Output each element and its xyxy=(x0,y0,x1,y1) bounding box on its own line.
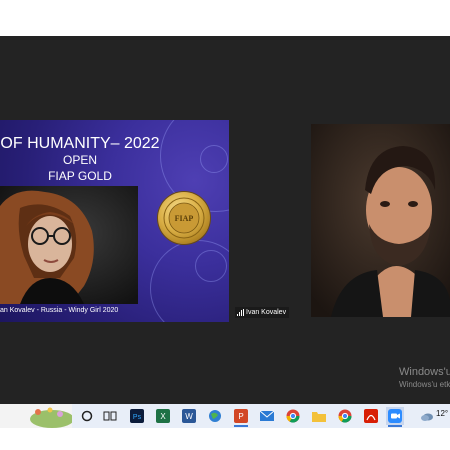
weather-icon[interactable] xyxy=(418,407,436,425)
svg-text:X: X xyxy=(160,412,166,421)
signal-strength-icon xyxy=(237,309,244,316)
active-app-indicator xyxy=(388,425,402,427)
chrome-icon[interactable] xyxy=(284,407,302,425)
activation-watermark-title: Windows'u xyxy=(399,366,450,378)
svg-text:W: W xyxy=(185,412,193,421)
participant-video[interactable] xyxy=(311,124,450,317)
active-app-indicator xyxy=(234,425,248,427)
task-view-icon[interactable] xyxy=(101,407,119,425)
word-icon[interactable]: W xyxy=(180,407,198,425)
photo-caption: an Kovalev - Russia - Windy Girl 2020 xyxy=(0,307,119,314)
excel-icon[interactable]: X xyxy=(154,407,172,425)
cortana-icon[interactable] xyxy=(78,407,96,425)
globe-icon[interactable] xyxy=(206,407,224,425)
shared-slide: OF HUMANITY– 2022 OPEN FIAP GOLD FIAP an… xyxy=(0,120,229,322)
svg-text:P: P xyxy=(238,412,243,421)
file-explorer-icon[interactable] xyxy=(310,407,328,425)
fiap-gold-medal: FIAP xyxy=(158,192,210,244)
medal-text: FIAP xyxy=(175,214,194,223)
slide-title: OF HUMANITY– 2022 xyxy=(0,135,160,152)
slide-category: OPEN xyxy=(62,153,97,167)
weather-temperature: 12° xyxy=(436,409,449,418)
svg-text:Ps: Ps xyxy=(133,414,142,421)
decor-circle xyxy=(200,145,228,173)
slide-award: FIAP GOLD xyxy=(48,169,112,183)
chrome-icon[interactable] xyxy=(336,407,354,425)
participant-name-tag: Ivan Kovalev xyxy=(235,307,290,318)
decor-circle xyxy=(150,240,229,322)
photoshop-icon[interactable]: Ps xyxy=(128,407,146,425)
taskbar-search-box[interactable] xyxy=(0,404,72,428)
powerpoint-icon[interactable]: P xyxy=(232,407,250,425)
windows-taskbar: Ps X W P 12° xyxy=(0,404,450,428)
acrobat-icon[interactable] xyxy=(362,407,380,425)
zoom-icon[interactable] xyxy=(386,407,404,425)
activation-watermark-subtitle: Windows'u etk xyxy=(399,380,450,389)
award-photo xyxy=(0,186,138,304)
mail-icon[interactable] xyxy=(258,407,276,425)
participant-name: Ivan Kovalev xyxy=(246,309,287,316)
